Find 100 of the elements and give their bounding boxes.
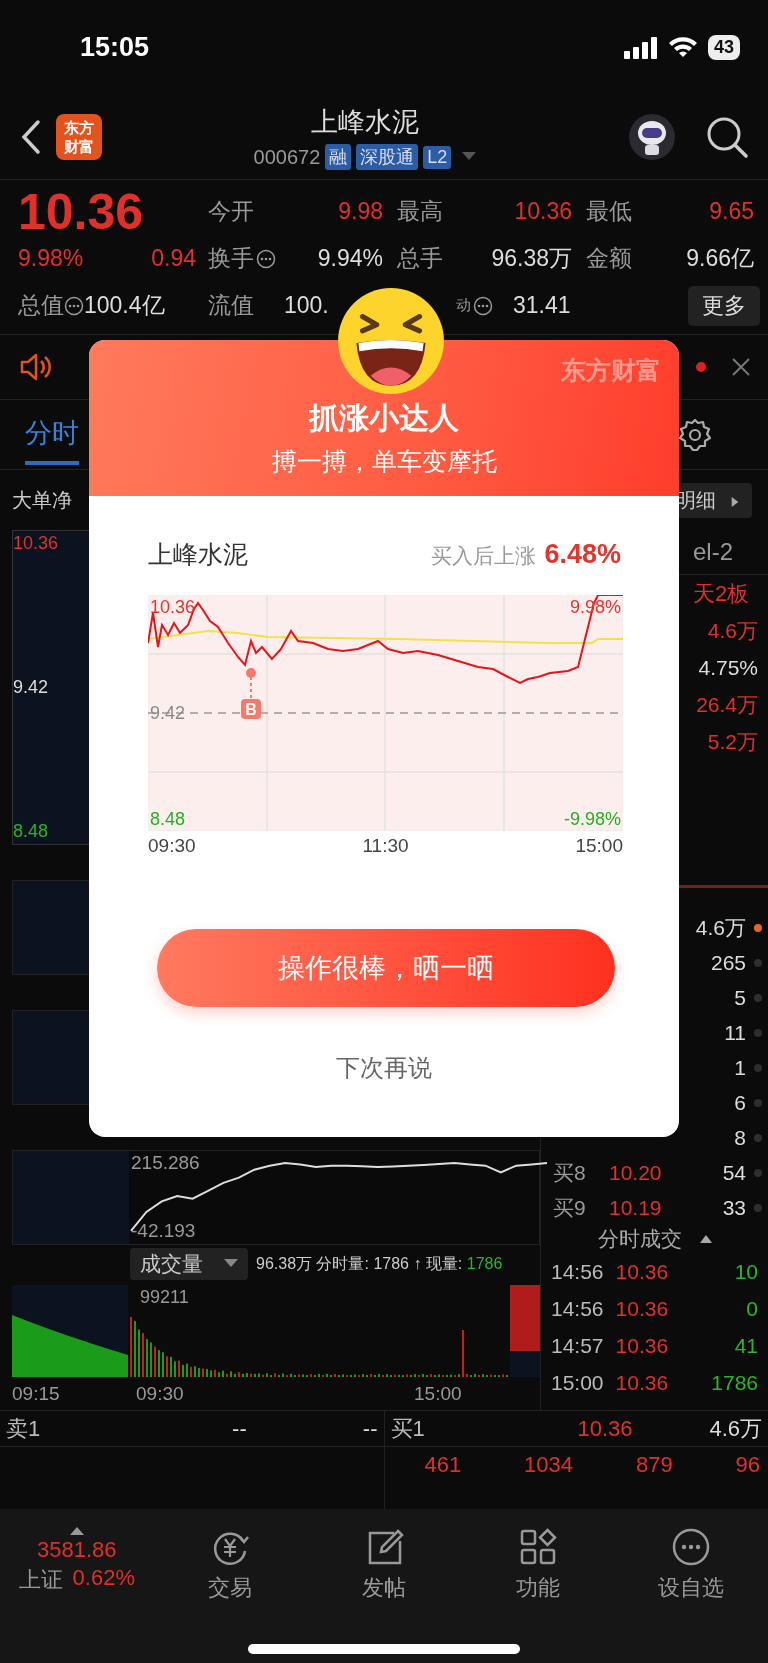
dismiss-button[interactable]: 下次再说	[330, 1051, 438, 1085]
stat-value: 100.	[284, 292, 329, 319]
more-button[interactable]: 更多	[688, 285, 760, 326]
chart-tab[interactable]: 分时	[25, 404, 79, 465]
brand-watermark: 东方财富	[561, 355, 661, 386]
order-volume: 265	[710, 950, 746, 975]
order-volume: 6	[734, 1090, 746, 1115]
info-icon[interactable]	[64, 295, 84, 316]
order-level: 买9	[553, 1194, 587, 1221]
info-icon[interactable]	[473, 295, 493, 316]
data-value: 26.4万	[696, 691, 758, 718]
order-price: 10.19	[609, 1195, 663, 1220]
stat-value: 96.38万	[491, 244, 572, 273]
change-percent: 9.98%	[18, 245, 84, 272]
battery-level: 43	[707, 35, 740, 60]
more-icon	[671, 1527, 712, 1567]
order-level: 买8	[553, 1159, 587, 1186]
data-value: 4.6万	[707, 617, 758, 644]
nav-tab[interactable]: 功能	[460, 1527, 615, 1663]
axis-label: -42.193	[131, 1221, 196, 1241]
stat-value: 9.65	[709, 198, 754, 225]
nav-tab[interactable]: 交易	[153, 1527, 308, 1663]
stat-label: 最低	[586, 197, 632, 226]
index-name: 上证	[18, 1566, 63, 1594]
wifi-icon	[667, 36, 698, 59]
nav-tab[interactable]: 设自选	[614, 1527, 768, 1663]
trade-time: 14:57	[551, 1333, 604, 1358]
settings-icon[interactable]	[677, 416, 713, 453]
stat-label: 金额	[586, 244, 632, 273]
order-volume: 5	[734, 985, 746, 1010]
signal-icon	[623, 36, 658, 59]
index-value: 3581.86	[37, 1537, 117, 1563]
axis-label: 10.36	[150, 597, 196, 617]
axis-label: -9.98%	[563, 809, 621, 829]
back-icon[interactable]	[20, 119, 42, 155]
trade-price: 10.36	[615, 1259, 669, 1284]
last-price: 10.36	[18, 186, 145, 237]
stat-label: 流值	[208, 291, 254, 320]
index-change: 0.62%	[72, 1565, 135, 1592]
caret-icon[interactable]	[462, 152, 477, 162]
trade-time: 14:56	[551, 1259, 604, 1284]
time-label: 15:00	[575, 835, 623, 857]
popup-title: 抓涨小达人	[309, 400, 459, 436]
volume-summary: 96.38万 分时量: 1786 ↑ 现量: 1786	[256, 1253, 503, 1274]
order-volume: 11	[724, 1020, 746, 1045]
trade-volume: 1786	[710, 1370, 758, 1395]
time-label: 09:30	[148, 835, 196, 857]
order-price: 10.36	[576, 1415, 634, 1442]
section-label: 大单净	[12, 487, 72, 513]
stat-label: 今开	[208, 197, 254, 226]
data-value: 天2板	[693, 579, 750, 608]
robot-avatar-icon[interactable]	[628, 113, 676, 161]
status-time: 15:05	[80, 32, 150, 63]
stat-value: 9.66亿	[686, 244, 754, 273]
stat-label: 换手	[208, 244, 254, 273]
notification-dot	[696, 362, 706, 372]
trade-price: 10.36	[615, 1370, 669, 1395]
up-arrow-icon	[69, 1527, 84, 1535]
trade-price: 10.36	[615, 1296, 669, 1321]
gain-label: 买入后上涨	[431, 543, 537, 569]
collapse-icon[interactable]	[699, 1235, 712, 1243]
order-price: --	[231, 1415, 248, 1442]
order-volume: 4.6万	[709, 1414, 762, 1443]
indicator-dropdown[interactable]: 成交量	[130, 1248, 248, 1280]
laughing-emoji-icon	[336, 286, 446, 396]
stat-value: 10.36	[514, 198, 572, 225]
order-volume: 1	[734, 1055, 746, 1080]
trade-volume: 0	[745, 1296, 758, 1321]
queue-volume: 461	[424, 1451, 462, 1478]
order-volume: 33	[722, 1195, 746, 1220]
axis-label: 99211	[140, 1287, 189, 1308]
close-icon[interactable]	[732, 358, 750, 376]
info-icon[interactable]	[256, 248, 276, 269]
axis-label: 215.286	[131, 1153, 200, 1173]
app-logo: 东方财富	[56, 114, 102, 160]
order-price: 10.20	[609, 1160, 663, 1185]
trade-time: 15:00	[551, 1370, 604, 1395]
trade-volume: 10	[733, 1259, 758, 1284]
stock-name: 上峰水泥	[311, 106, 419, 139]
change-amount: 0.94	[151, 245, 196, 272]
stat-value: 9.94%	[317, 245, 383, 272]
order-level: 买1	[390, 1414, 426, 1443]
order-volume: 8	[734, 1125, 746, 1150]
time-label: 09:30	[136, 1383, 185, 1405]
queue-volume: 879	[635, 1451, 673, 1478]
caret-icon	[224, 1259, 238, 1269]
axis-label: 8.48	[13, 821, 49, 842]
market-tag: 融	[325, 144, 352, 170]
time-label: 09:15	[12, 1383, 61, 1405]
stat-label: 总手	[397, 244, 443, 273]
nav-tab[interactable]: 发帖	[307, 1527, 461, 1663]
order-volume: 4.6万	[695, 914, 746, 941]
stock-name: 上峰水泥	[148, 539, 248, 570]
trade-price: 10.36	[615, 1333, 669, 1358]
time-label: 11:30	[362, 835, 409, 857]
stat-label: 最高	[397, 197, 443, 226]
stock-code: 000672	[253, 145, 321, 169]
stat-value: 9.98	[338, 198, 383, 225]
order-level: 卖1	[6, 1414, 42, 1443]
search-icon[interactable]	[706, 116, 748, 158]
